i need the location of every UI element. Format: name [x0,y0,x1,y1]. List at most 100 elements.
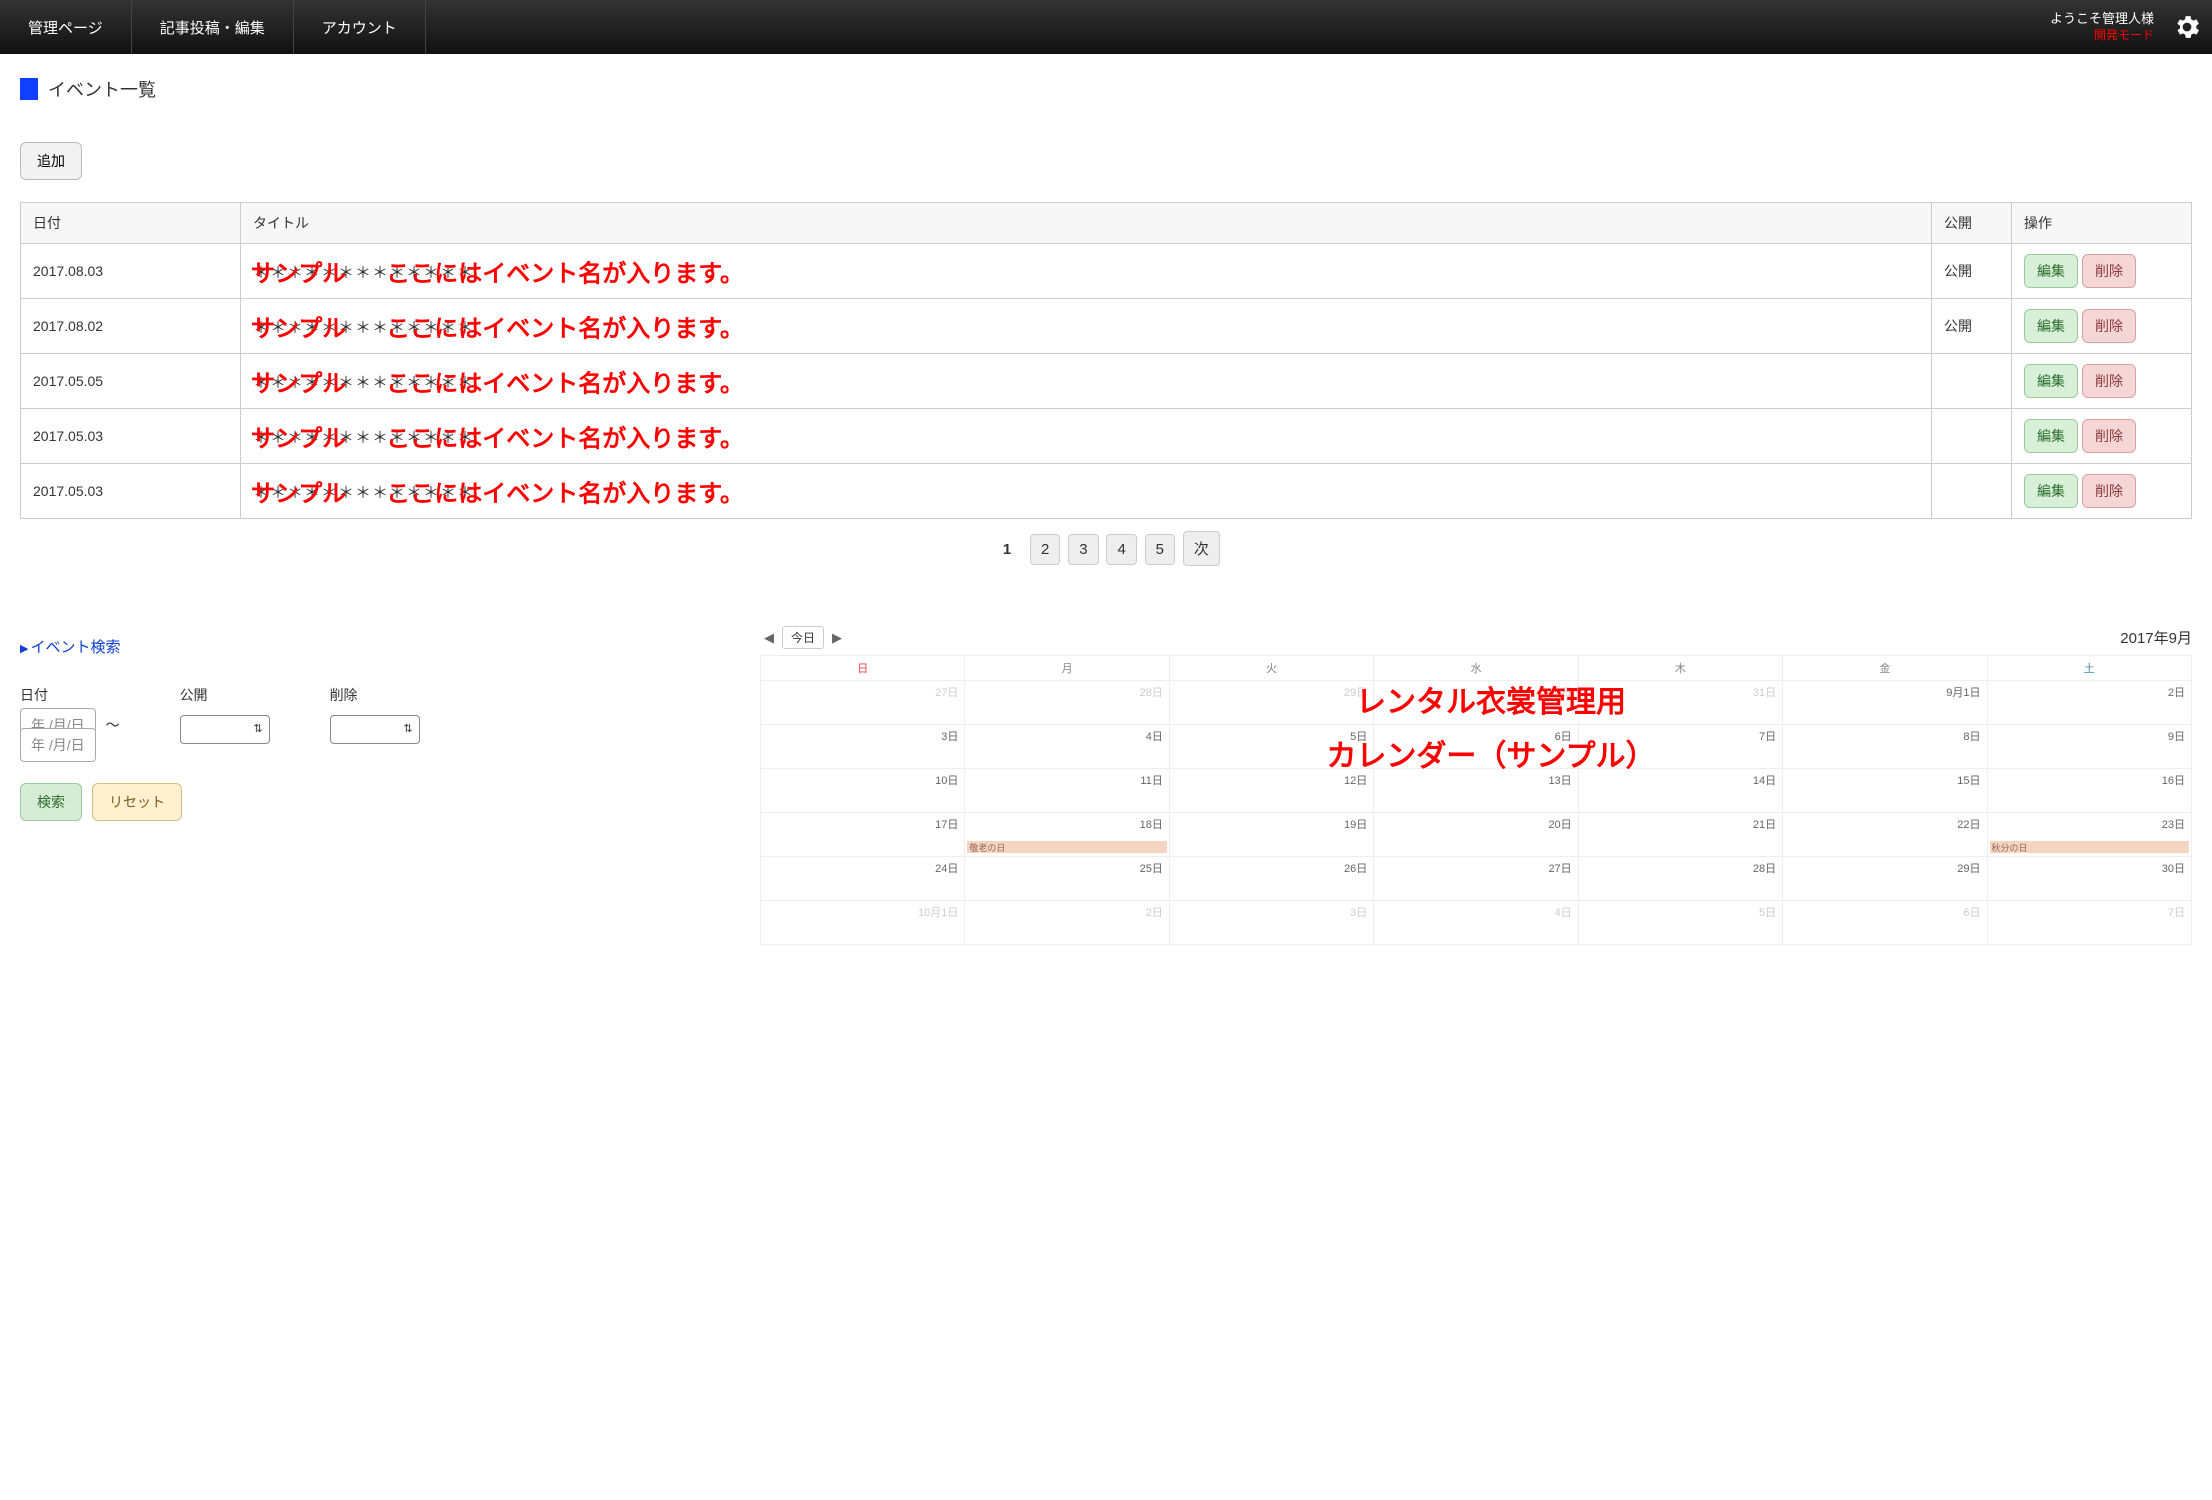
cal-month-title: 2017年9月 [2120,627,2192,648]
cal-today-button[interactable]: 今日 [782,626,824,649]
cal-day[interactable]: 30日 [1374,681,1578,725]
cal-day[interactable]: 23日秋分の日 [1987,813,2191,857]
cal-day[interactable]: 9月1日 [1783,681,1987,725]
top-nav: 管理ページ 記事投稿・編集 アカウント ようこそ管理人様 開発モード [0,0,2212,54]
cal-dow: 木 [1578,656,1782,681]
cal-day[interactable]: 27日 [761,681,965,725]
edit-button[interactable]: 編集 [2024,309,2078,343]
cal-day[interactable]: 28日 [1578,857,1782,901]
cal-day[interactable]: 27日 [1374,857,1578,901]
nav-account[interactable]: アカウント [294,0,426,54]
delete-button[interactable]: 削除 [2082,364,2136,398]
cell-ops: 編集削除 [2012,354,2192,409]
cal-day[interactable]: 29日 [1169,681,1373,725]
delete-label: 削除 [330,685,420,705]
table-row: 2017.08.03＊＊＊＊＊＊＊＊＊＊＊＊＊サンプル ここにはイベント名が入り… [21,244,2192,299]
cal-next-icon[interactable]: ▶ [828,630,846,646]
cal-day[interactable]: 5日 [1578,901,1782,945]
cal-day[interactable]: 10日 [761,769,965,813]
welcome-text: ようこそ管理人様 [2050,11,2154,28]
add-button[interactable]: 追加 [20,142,82,180]
cell-public: 公開 [1932,299,2012,354]
cal-dow: 火 [1169,656,1373,681]
cell-ops: 編集削除 [2012,299,2192,354]
table-row: 2017.05.03＊＊＊＊＊＊＊＊＊＊＊＊＊サンプル ここにはイベント名が入り… [21,409,2192,464]
page-link[interactable]: 4 [1106,534,1136,565]
page-next[interactable]: 次 [1183,531,1220,566]
cal-day[interactable]: 3日 [1169,901,1373,945]
dev-mode-badge: 開発モード [2094,28,2154,44]
cal-day[interactable]: 29日 [1783,857,1987,901]
nav-posts[interactable]: 記事投稿・編集 [132,0,294,54]
cal-day[interactable]: 2日 [1987,681,2191,725]
cal-day[interactable]: 7日 [1987,901,2191,945]
cal-day[interactable]: 15日 [1783,769,1987,813]
cal-day[interactable]: 13日 [1374,769,1578,813]
cal-day[interactable]: 4日 [965,725,1169,769]
page-title: イベント一覧 [48,76,156,102]
cal-day[interactable]: 28日 [965,681,1169,725]
sample-watermark: サンプル ここにはイベント名が入ります。 [251,309,744,344]
cal-day[interactable]: 6日 [1783,901,1987,945]
cal-day[interactable]: 4日 [1374,901,1578,945]
th-title: タイトル [241,203,1932,244]
search-title: イベント検索 [20,636,720,657]
cell-title: ＊＊＊＊＊＊＊＊＊＊＊＊＊サンプル ここにはイベント名が入ります。 [241,244,1932,299]
th-public: 公開 [1932,203,2012,244]
cal-day[interactable]: 5日 [1169,725,1373,769]
calendar-grid: 日月火水木金土 27日28日29日30日31日9月1日2日3日4日5日6日7日8… [760,655,2192,945]
edit-button[interactable]: 編集 [2024,364,2078,398]
cal-day[interactable]: 9日 [1987,725,2191,769]
cal-day[interactable]: 3日 [761,725,965,769]
reset-button[interactable]: リセット [92,783,182,821]
cal-day[interactable]: 12日 [1169,769,1373,813]
cal-day[interactable]: 30日 [1987,857,2191,901]
delete-button[interactable]: 削除 [2082,419,2136,453]
cal-day[interactable]: 24日 [761,857,965,901]
calendar-panel: ◀ 今日 ▶ 2017年9月 日月火水木金土 27日28日29日30日31日9月… [760,616,2192,945]
table-row: 2017.05.05＊＊＊＊＊＊＊＊＊＊＊＊＊サンプル ここにはイベント名が入り… [21,354,2192,409]
public-select[interactable] [180,715,270,744]
cal-day[interactable]: 19日 [1169,813,1373,857]
edit-button[interactable]: 編集 [2024,474,2078,508]
cal-day[interactable]: 25日 [965,857,1169,901]
delete-button[interactable]: 削除 [2082,309,2136,343]
page-link[interactable]: 3 [1068,534,1098,565]
cal-day[interactable]: 14日 [1578,769,1782,813]
delete-button[interactable]: 削除 [2082,254,2136,288]
cal-day[interactable]: 20日 [1374,813,1578,857]
edit-button[interactable]: 編集 [2024,254,2078,288]
cal-day[interactable]: 8日 [1783,725,1987,769]
delete-select[interactable] [330,715,420,744]
gear-icon[interactable] [2172,12,2202,42]
search-button[interactable]: 検索 [20,783,82,821]
cal-day[interactable]: 17日 [761,813,965,857]
th-date: 日付 [21,203,241,244]
cal-day[interactable]: 11日 [965,769,1169,813]
page-link[interactable]: 2 [1030,534,1060,565]
cal-day[interactable]: 22日 [1783,813,1987,857]
page-link[interactable]: 5 [1145,534,1175,565]
cal-day[interactable]: 10月1日 [761,901,965,945]
date-to-input[interactable]: 年 /月/日 [20,728,96,762]
cal-day[interactable]: 21日 [1578,813,1782,857]
cal-day[interactable]: 7日 [1578,725,1782,769]
cell-public [1932,409,2012,464]
nav-admin[interactable]: 管理ページ [0,0,132,54]
cal-day[interactable]: 6日 [1374,725,1578,769]
cal-day[interactable]: 16日 [1987,769,2191,813]
cal-dow: 水 [1374,656,1578,681]
cal-day[interactable]: 31日 [1578,681,1782,725]
cell-title: ＊＊＊＊＊＊＊＊＊＊＊＊＊サンプル ここにはイベント名が入ります。 [241,354,1932,409]
date-label: 日付 [20,685,120,705]
edit-button[interactable]: 編集 [2024,419,2078,453]
cal-day[interactable]: 2日 [965,901,1169,945]
cell-public: 公開 [1932,244,2012,299]
cal-day[interactable]: 26日 [1169,857,1373,901]
cal-day[interactable]: 18日敬老の日 [965,813,1169,857]
delete-button[interactable]: 削除 [2082,474,2136,508]
sample-watermark: サンプル ここにはイベント名が入ります。 [251,474,744,509]
cal-prev-icon[interactable]: ◀ [760,630,778,646]
cal-dow: 日 [761,656,965,681]
cell-date: 2017.08.03 [21,244,241,299]
